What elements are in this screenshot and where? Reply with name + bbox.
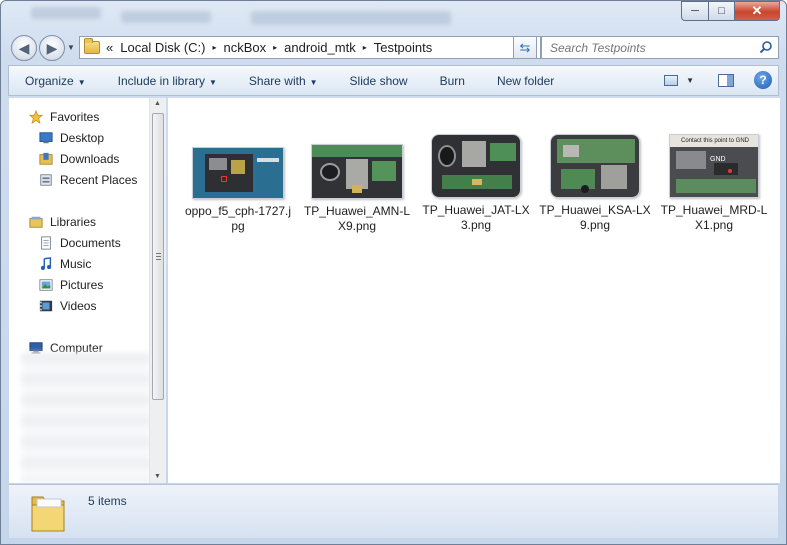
maximize-button[interactable]: □: [708, 1, 734, 21]
refresh-button[interactable]: ⇆: [513, 36, 537, 59]
navigation-scrollbar[interactable]: ▲ ▼: [149, 98, 166, 483]
breadcrumb-separator-icon[interactable]: ▸: [212, 43, 216, 52]
file-thumbnail: [550, 134, 640, 198]
videos-icon: [39, 300, 53, 312]
star-icon: [28, 110, 44, 124]
search-box[interactable]: [541, 36, 779, 59]
sidebar-label: Downloads: [60, 152, 120, 166]
documents-icon: [41, 236, 51, 250]
file-item[interactable]: Contact this point to GND GND TP_Huawei_…: [658, 134, 770, 233]
breadcrumb-nckbox[interactable]: nckBox: [224, 40, 267, 55]
search-icon[interactable]: [759, 40, 773, 54]
file-thumbnail: [311, 144, 403, 199]
back-button[interactable]: ◀: [11, 35, 37, 61]
folder-icon: [84, 38, 100, 54]
file-item[interactable]: oppo_f5_cph-1727.jpg: [182, 134, 294, 234]
sidebar-label: Pictures: [60, 278, 104, 292]
minimize-button[interactable]: ─: [681, 1, 708, 21]
scroll-up-icon[interactable]: ▲: [154, 100, 161, 107]
thumbnail-gnd-label: GND: [710, 156, 726, 163]
music-icon: [40, 257, 52, 270]
change-view-icon[interactable]: [664, 74, 679, 86]
file-name: oppo_f5_cph-1727.jpg: [184, 204, 292, 233]
sidebar-item-music[interactable]: Music: [38, 254, 91, 274]
navigation-pane: Favorites Desktop Downloads Recent Place…: [9, 98, 149, 483]
sidebar-label: Videos: [60, 299, 97, 313]
file-item[interactable]: TP_Huawei_KSA-LX9.png: [539, 134, 651, 233]
file-item[interactable]: TP_Huawei_AMN-LX9.png: [301, 134, 413, 234]
caption-buttons: ─ □ ✕: [681, 1, 780, 21]
sidebar-item-videos[interactable]: Videos: [38, 296, 96, 316]
navigation-bar: ◀ ▶ ▼ « Local Disk (C:) ▸ nckBox ▸ andro…: [9, 33, 779, 61]
grip-icon: [156, 253, 161, 260]
sidebar-item-pictures[interactable]: Pictures: [38, 275, 103, 295]
search-input[interactable]: [550, 40, 750, 55]
chevron-down-icon: ▼: [77, 77, 86, 87]
sidebar-label: Recent Places: [60, 173, 138, 187]
sidebar-item-downloads[interactable]: Downloads: [38, 149, 119, 169]
include-in-library-menu[interactable]: Include in library ▼: [102, 74, 233, 88]
file-name: TP_Huawei_MRD-LX1.png: [660, 203, 768, 232]
folder-icon: [31, 496, 65, 532]
file-name: TP_Huawei_AMN-LX9.png: [303, 204, 411, 233]
slide-show-button[interactable]: Slide show: [334, 74, 424, 88]
breadcrumb-separator-icon[interactable]: ▸: [273, 43, 277, 52]
sidebar-item-desktop[interactable]: Desktop: [38, 128, 104, 148]
arrow-left-icon: ◀: [18, 39, 30, 56]
new-folder-button[interactable]: New folder: [481, 74, 570, 88]
sidebar-item-recent-places[interactable]: Recent Places: [38, 170, 137, 190]
breadcrumb-local-disk[interactable]: Local Disk (C:): [120, 40, 205, 55]
blurred-drive-list: [21, 353, 149, 483]
chevron-down-icon: ▼: [309, 77, 318, 87]
file-item[interactable]: TP_Huawei_JAT-LX3.png: [420, 134, 532, 233]
titlebar-background: [21, 3, 656, 31]
file-name: TP_Huawei_JAT-LX3.png: [422, 203, 530, 232]
recent-places-icon: [40, 174, 52, 186]
close-button[interactable]: ✕: [734, 1, 780, 21]
preview-pane-icon[interactable]: [718, 73, 734, 87]
pictures-icon: [39, 279, 53, 291]
breadcrumb-overflow[interactable]: «: [106, 40, 113, 55]
breadcrumb-android-mtk[interactable]: android_mtk: [284, 40, 356, 55]
share-with-menu[interactable]: Share with ▼: [233, 74, 334, 88]
include-label: Include in library: [117, 73, 205, 88]
sidebar-item-documents[interactable]: Documents: [38, 233, 121, 253]
sidebar-item-favorites[interactable]: Favorites: [28, 107, 99, 127]
sidebar-label: Music: [60, 257, 92, 271]
address-bar[interactable]: « Local Disk (C:) ▸ nckBox ▸ android_mtk…: [79, 36, 541, 59]
file-thumbnail: Contact this point to GND GND: [669, 134, 759, 198]
refresh-icon: ⇆: [519, 39, 531, 55]
status-bar: 5 items: [9, 484, 778, 538]
chevron-down-icon: ▼: [209, 77, 217, 87]
item-count: 5 items: [88, 494, 127, 508]
view-options-dropdown-icon[interactable]: ▼: [686, 76, 694, 85]
file-thumbnail: [192, 147, 284, 199]
forward-button[interactable]: ▶: [39, 35, 65, 61]
recent-pages-dropdown[interactable]: ▼: [67, 43, 75, 52]
explorer-window: ─ □ ✕ ◀ ▶ ▼ « Local Disk (C:) ▸ nckBox ▸…: [0, 0, 787, 545]
downloads-folder-icon: [39, 152, 53, 165]
command-bar: Organize ▼ Include in library ▼ Share with…: [8, 65, 779, 96]
help-icon[interactable]: ?: [754, 71, 772, 89]
libraries-icon: [29, 216, 43, 228]
burn-button[interactable]: Burn: [424, 74, 481, 88]
sidebar-label: Documents: [60, 236, 121, 250]
file-name: TP_Huawei_KSA-LX9.png: [539, 203, 651, 232]
organize-menu[interactable]: Organize ▼: [9, 74, 102, 88]
organize-label: Organize: [25, 73, 74, 88]
breadcrumb-separator-icon[interactable]: ▸: [363, 43, 367, 52]
file-thumbnail: [431, 134, 521, 198]
scroll-down-icon[interactable]: ▼: [154, 473, 161, 480]
arrow-right-icon: ▶: [46, 39, 58, 56]
desktop-icon: [39, 132, 53, 144]
breadcrumb-testpoints[interactable]: Testpoints: [374, 40, 433, 55]
sidebar-item-libraries[interactable]: Libraries: [28, 212, 96, 232]
share-label: Share with: [248, 73, 306, 88]
file-list: oppo_f5_cph-1727.jpg TP_Huawei_AMN-LX9.p…: [168, 98, 780, 483]
scrollbar-thumb[interactable]: [152, 113, 164, 400]
sidebar-label: Libraries: [50, 215, 97, 229]
thumbnail-caption: Contact this point to GND: [680, 138, 750, 144]
sidebar-label: Favorites: [50, 110, 100, 124]
sidebar-label: Desktop: [60, 131, 105, 145]
